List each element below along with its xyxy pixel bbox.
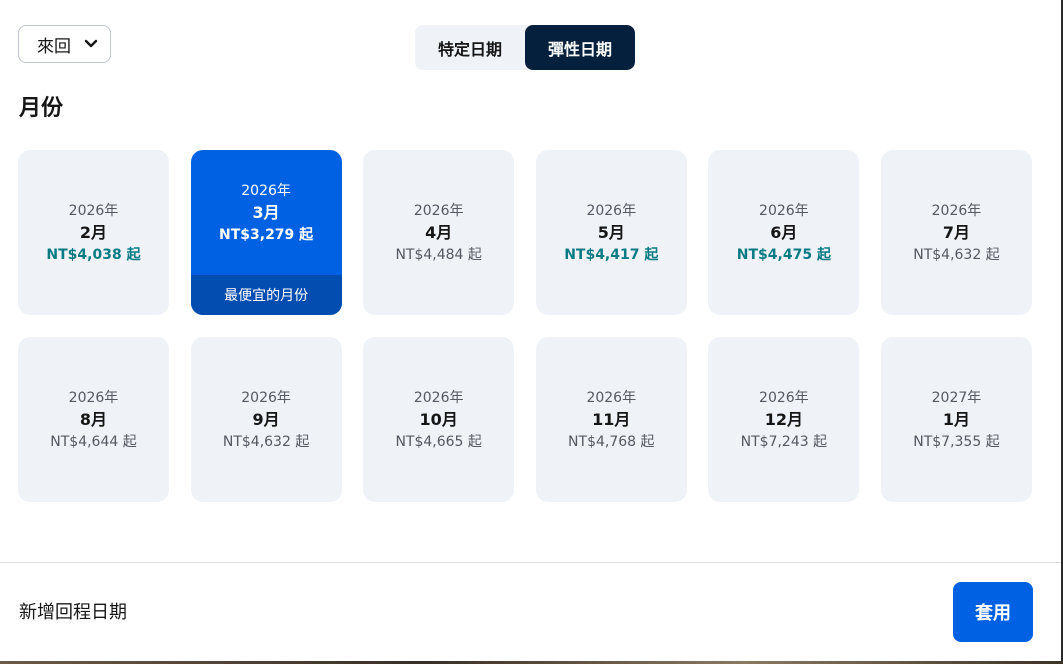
month-card-price: NT$7,243 起 bbox=[740, 433, 828, 450]
month-card-year: 2026年 bbox=[68, 389, 119, 406]
month-card-month: 1月 bbox=[942, 409, 971, 429]
month-card[interactable]: 2026年 6月 NT$4,475 起 bbox=[708, 150, 860, 315]
month-card-price: NT$7,355 起 bbox=[913, 433, 1000, 450]
month-card-price: NT$3,279 起 bbox=[219, 226, 314, 243]
month-card[interactable]: 2026年 11月 NT$4,768 起 bbox=[535, 337, 687, 502]
month-card[interactable]: 2027年 1月 NT$7,355 起 bbox=[880, 337, 1032, 502]
tab-flexible-dates[interactable]: 彈性日期 bbox=[525, 25, 635, 70]
month-card-month: 3月 bbox=[252, 202, 280, 222]
month-card-month: 12月 bbox=[764, 409, 804, 429]
month-card-year: 2026年 bbox=[241, 182, 291, 199]
month-card-price: NT$4,632 起 bbox=[222, 433, 310, 450]
month-card-month: 6月 bbox=[770, 222, 798, 242]
apply-button[interactable]: 套用 bbox=[953, 582, 1033, 642]
month-card-year: 2027年 bbox=[931, 389, 982, 406]
month-card-month: 4月 bbox=[425, 222, 453, 242]
flexible-dates-panel: 來回 特定日期 彈性日期 月份 2026年 2月 NT$4,038 起 2026年 3月… bbox=[0, 0, 1063, 664]
chevron-down-icon bbox=[84, 39, 98, 48]
cheapest-month-badge: 最便宜的月份 bbox=[190, 275, 342, 315]
month-card-price: NT$4,417 起 bbox=[564, 246, 659, 263]
month-card[interactable]: 2026年 2月 NT$4,038 起 bbox=[18, 150, 169, 315]
month-card-year: 2026年 bbox=[759, 202, 809, 219]
month-card-price: NT$4,632 起 bbox=[913, 246, 1000, 263]
month-card-month: 11月 bbox=[592, 409, 631, 429]
month-card-price: NT$4,038 起 bbox=[46, 246, 141, 263]
month-card-price: NT$4,665 起 bbox=[395, 433, 482, 450]
month-card[interactable]: 2026年 8月 NT$4,644 起 bbox=[18, 337, 169, 502]
month-card-year: 2026年 bbox=[586, 202, 637, 219]
month-card-month: 10月 bbox=[419, 409, 458, 429]
month-card-year: 2026年 bbox=[586, 389, 637, 406]
month-card-year: 2026年 bbox=[68, 202, 119, 219]
month-card-month: 5月 bbox=[597, 222, 625, 242]
month-card[interactable]: 2026年 7月 NT$4,632 起 bbox=[880, 150, 1032, 315]
month-card-price: NT$4,644 起 bbox=[50, 433, 137, 450]
month-card[interactable]: 2026年 10月 NT$4,665 起 bbox=[363, 337, 515, 502]
month-card-month: 9月 bbox=[252, 409, 280, 429]
month-card[interactable]: 2026年 4月 NT$4,484 起 bbox=[363, 150, 515, 315]
month-card-month: 8月 bbox=[79, 409, 108, 429]
month-card[interactable]: 2026年 12月 NT$7,243 起 bbox=[708, 337, 860, 502]
section-title-months: 月份 bbox=[19, 96, 64, 121]
trip-type-select[interactable]: 來回 bbox=[18, 25, 111, 63]
date-mode-toggle: 特定日期 彈性日期 bbox=[415, 25, 635, 70]
footer-divider bbox=[0, 562, 1063, 563]
month-card-month: 7月 bbox=[942, 222, 971, 242]
add-return-date-link[interactable]: 新增回程日期 bbox=[19, 598, 127, 624]
month-card-year: 2026年 bbox=[413, 389, 464, 406]
month-card-content: 2026年 3月 NT$3,279 起 bbox=[191, 150, 342, 275]
month-card-month: 2月 bbox=[79, 222, 108, 242]
trip-type-value: 來回 bbox=[37, 36, 71, 57]
month-card-year: 2026年 bbox=[413, 202, 464, 219]
month-card-price: NT$4,475 起 bbox=[736, 246, 831, 263]
month-card[interactable]: 2026年 3月 NT$3,279 起最便宜的月份 bbox=[190, 150, 342, 315]
tab-specific-dates[interactable]: 特定日期 bbox=[415, 25, 525, 70]
month-card-year: 2026年 bbox=[759, 389, 809, 406]
month-card-year: 2026年 bbox=[241, 389, 291, 406]
month-grid: 2026年 2月 NT$4,038 起 2026年 3月 NT$3,279 起最便宜的月份… bbox=[18, 150, 1032, 502]
month-card-price: NT$4,484 起 bbox=[395, 246, 482, 263]
month-card[interactable]: 2026年 9月 NT$4,632 起 bbox=[190, 337, 342, 502]
month-card[interactable]: 2026年 5月 NT$4,417 起 bbox=[535, 150, 687, 315]
month-card-year: 2026年 bbox=[931, 202, 982, 219]
month-card-price: NT$4,768 起 bbox=[568, 433, 655, 450]
